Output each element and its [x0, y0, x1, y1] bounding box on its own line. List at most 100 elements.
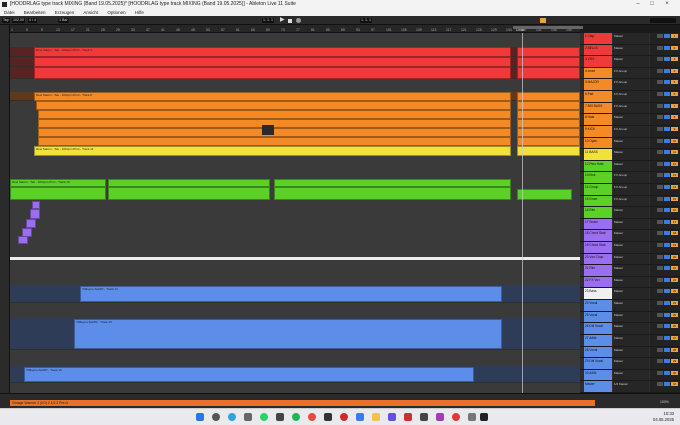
track-name[interactable]: 8 Hats: [584, 114, 612, 125]
track-activator-button[interactable]: 29: [671, 359, 678, 364]
whatsapp-icon[interactable]: [260, 413, 268, 421]
track-output-routing[interactable]: Master: [613, 300, 649, 311]
track-activator-button[interactable]: 17: [671, 219, 678, 224]
menu-options[interactable]: Optionen: [107, 10, 125, 15]
track-output-routing[interactable]: Master: [613, 288, 649, 300]
solo-button[interactable]: [664, 208, 670, 213]
track-output-routing[interactable]: Master: [613, 44, 649, 56]
track-output-routing[interactable]: Master: [613, 218, 649, 230]
arm-button[interactable]: [657, 34, 663, 38]
track-output-routing[interactable]: FX-Group: [613, 79, 649, 91]
track-header[interactable]: 11 BASS Master 11: [580, 149, 680, 161]
clip-green-6[interactable]: [274, 187, 511, 200]
track-output-routing[interactable]: Master: [613, 149, 649, 160]
clip-orange-2b[interactable]: [517, 101, 580, 110]
solo-button[interactable]: [664, 92, 670, 97]
track-output-routing[interactable]: FX-Group: [613, 67, 649, 79]
track-activator-button[interactable]: 2: [671, 45, 678, 50]
track-name[interactable]: 14 Group: [584, 183, 612, 195]
track-header[interactable]: 17 Snare Master 17: [580, 218, 680, 231]
clip-yellow[interactable]: Row Saturn - Tek - 101bpm Print - Track …: [34, 146, 511, 156]
track-header[interactable]: 19 Chord Stab Master 19: [580, 242, 680, 254]
solo-button[interactable]: [664, 231, 670, 236]
track-header[interactable]: 25 Vocal Master 25: [580, 311, 680, 324]
track-activator-button[interactable]: 28: [671, 347, 678, 352]
track-activator-button[interactable]: 21: [671, 266, 678, 271]
arrangement-view[interactable]: Row Saturn - Tek - 101bpm Print - Track …: [10, 33, 580, 393]
arrow-app-icon[interactable]: [276, 413, 284, 421]
quantize-menu[interactable]: 1 Bar: [58, 18, 69, 23]
solo-button[interactable]: [664, 254, 670, 259]
solo-button[interactable]: [664, 68, 670, 73]
arm-button[interactable]: [657, 208, 663, 213]
track-name[interactable]: 15 Drum: [584, 195, 612, 207]
track-header[interactable]: 30 Adlib Master 30: [580, 369, 680, 382]
ableton-icon[interactable]: [324, 413, 332, 421]
arm-button[interactable]: [657, 68, 663, 73]
solo-button[interactable]: [664, 184, 670, 189]
arm-button[interactable]: [657, 115, 663, 120]
solo-button[interactable]: [664, 161, 670, 166]
track-name[interactable]: 2 BELLS: [584, 44, 612, 56]
solo-button[interactable]: [664, 115, 670, 120]
arm-button[interactable]: [657, 335, 663, 340]
clip-orange-3b[interactable]: [517, 110, 580, 119]
track-activator-button[interactable]: 30: [671, 370, 678, 375]
track-header[interactable]: 8 Hats Master 8: [580, 114, 680, 126]
clip-green-5[interactable]: [108, 187, 270, 200]
track-name[interactable]: 18 Chord Stab: [584, 230, 612, 242]
track-activator-button[interactable]: 13: [671, 173, 678, 178]
clip-purple-3[interactable]: [26, 219, 36, 228]
solo-button[interactable]: [664, 324, 670, 329]
solo-button[interactable]: [664, 359, 670, 364]
track-activator-button[interactable]: 20: [671, 254, 678, 259]
solo-button[interactable]: [664, 57, 670, 62]
track-activator-button[interactable]: 25: [671, 312, 678, 317]
tap-button[interactable]: Tap: [2, 18, 10, 23]
track-activator-button[interactable]: 1: [671, 34, 678, 38]
spotify-icon[interactable]: [292, 413, 300, 421]
track-activator-button[interactable]: 15: [671, 196, 678, 201]
clip-orange-5b[interactable]: [517, 128, 580, 137]
track-output-routing[interactable]: Master: [613, 230, 649, 242]
app-icon-4[interactable]: [436, 413, 444, 421]
track-name[interactable]: 6 Pad: [584, 91, 612, 102]
track-header[interactable]: 13 Kick FX-Group 13: [580, 172, 680, 184]
solo-button[interactable]: [664, 277, 670, 282]
solo-button[interactable]: [664, 347, 670, 352]
solo-button[interactable]: [664, 266, 670, 271]
menu-file[interactable]: Datei: [4, 10, 15, 15]
arm-button[interactable]: [657, 92, 663, 97]
clip-red-2b[interactable]: [517, 57, 580, 67]
track-header[interactable]: 5 MAJOR FX-Group 5: [580, 79, 680, 92]
track-name[interactable]: 12 Perc Hats: [584, 160, 612, 172]
arm-button[interactable]: [657, 359, 663, 364]
signature-field[interactable]: 4 / 4: [28, 18, 37, 23]
clip-purple-1[interactable]: [32, 201, 40, 209]
track-output-routing[interactable]: Master: [613, 114, 649, 125]
arm-button[interactable]: [657, 138, 663, 143]
arm-button[interactable]: [657, 45, 663, 50]
track-header[interactable]: 1 Clap Master 1: [580, 33, 680, 45]
menu-create[interactable]: Erzeugen: [55, 10, 74, 15]
clip-green-4[interactable]: [10, 187, 106, 200]
track-activator-button[interactable]: 27: [671, 335, 678, 340]
track-name[interactable]: 30 Adlib: [584, 369, 612, 381]
check-icon[interactable]: [356, 413, 364, 421]
track-activator-button[interactable]: 5: [671, 80, 678, 85]
track-output-routing[interactable]: Master: [613, 334, 649, 346]
solo-button[interactable]: [664, 34, 670, 38]
solo-button[interactable]: [664, 289, 670, 294]
track-header[interactable]: 18 Chord Stab Master 18: [580, 230, 680, 243]
track-header[interactable]: 14 Group FX-Group 14: [580, 183, 680, 196]
arm-button[interactable]: [657, 219, 663, 224]
track-name[interactable]: 20 Vox Chop: [584, 253, 612, 265]
chrome-icon[interactable]: [308, 413, 316, 421]
arm-button[interactable]: [657, 196, 663, 201]
track-activator-button[interactable]: 12: [671, 161, 678, 166]
arm-button[interactable]: [657, 301, 663, 306]
track-header[interactable]: 15 Drum FX-Group 15: [580, 195, 680, 208]
track-activator-button[interactable]: 4: [671, 68, 678, 73]
track-output-routing[interactable]: Master: [613, 276, 649, 288]
arm-button[interactable]: [657, 243, 663, 248]
